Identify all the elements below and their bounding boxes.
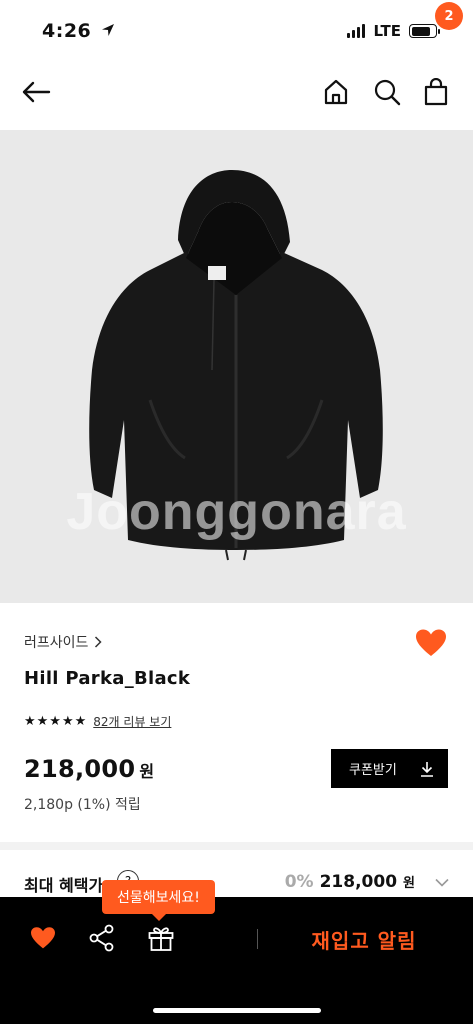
heart-icon[interactable]: [30, 926, 56, 950]
battery-icon: [409, 24, 440, 38]
bottom-bar-separator: [257, 929, 258, 949]
chevron-down-icon[interactable]: [435, 878, 449, 887]
max-benefit-label: 최대 혜택가: [24, 876, 104, 895]
review-link[interactable]: 82개 리뷰 보기: [93, 713, 171, 730]
status-bar: 4:26 LTE: [0, 0, 473, 60]
gift-icon[interactable]: [147, 924, 175, 952]
benefit-summary: 0% 218,000 원: [285, 872, 449, 892]
location-arrow-icon: [102, 24, 115, 36]
section-divider: [0, 842, 473, 850]
top-nav: [0, 62, 473, 126]
search-button[interactable]: [371, 76, 403, 108]
benefit-unit: 원: [403, 876, 415, 891]
brand-name: 러프사이드: [24, 635, 89, 651]
wishlist-heart-icon[interactable]: [415, 628, 447, 658]
star-rating-icon: ★★★★★: [24, 714, 88, 729]
brand-link[interactable]: 러프사이드: [24, 632, 102, 652]
gift-tooltip: 선물해보세요!: [102, 880, 215, 921]
signal-icon: [347, 24, 366, 38]
home-icon: [324, 79, 348, 105]
price-row: 218,000 원: [24, 755, 154, 783]
max-benefit-row[interactable]: 최대 혜택가 ? 0% 218,000 원: [24, 870, 449, 898]
back-button[interactable]: [20, 76, 52, 108]
price-unit: 원: [139, 762, 155, 781]
network-label: LTE: [373, 22, 401, 40]
price: 218,000: [24, 755, 136, 783]
download-icon: [421, 761, 433, 777]
chevron-right-icon: [95, 636, 102, 648]
bottom-action-bar: 재입고 알림: [0, 897, 473, 1024]
clock: 4:26: [42, 20, 92, 42]
restock-alert-button[interactable]: 재입고 알림: [270, 921, 458, 957]
cart-count-badge: 2: [435, 2, 463, 30]
product-title: Hill Parka_Black: [24, 668, 191, 689]
home-button[interactable]: [320, 76, 352, 108]
benefit-price: 218,000: [319, 872, 398, 892]
search-icon: [374, 79, 401, 106]
rating-row: ★★★★★ 82개 리뷰 보기: [24, 713, 171, 730]
watermark: Joonggonara: [66, 483, 407, 541]
status-time: 4:26: [42, 20, 116, 42]
back-arrow-icon: [22, 81, 51, 103]
home-indicator: [153, 1008, 321, 1013]
product-image[interactable]: Joonggonara: [0, 130, 473, 603]
benefit-discount: 0%: [284, 872, 314, 892]
reward-points: 2,180p (1%) 적립: [24, 797, 141, 813]
shopping-bag-icon: [424, 78, 448, 106]
coupon-button[interactable]: 쿠폰받기: [331, 749, 448, 788]
coupon-button-label: 쿠폰받기: [349, 763, 397, 778]
status-indicators: LTE: [347, 22, 440, 40]
cart-button[interactable]: [420, 76, 452, 108]
share-icon[interactable]: [89, 924, 115, 952]
